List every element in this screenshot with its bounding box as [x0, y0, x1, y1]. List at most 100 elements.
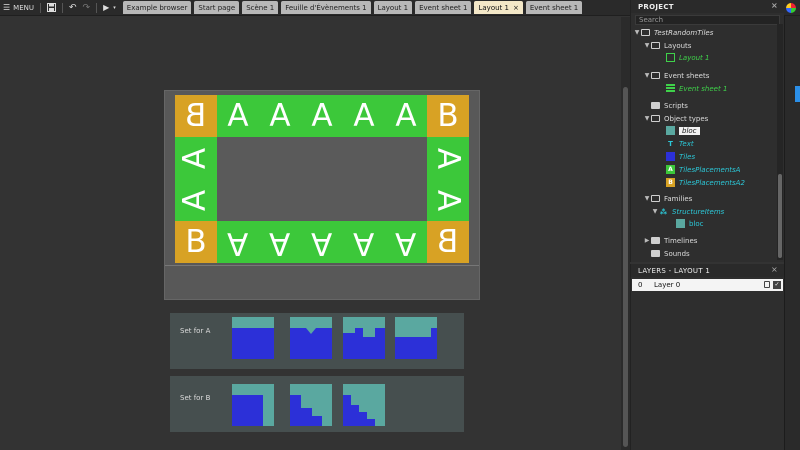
tile-letter: B: [185, 97, 207, 134]
document-tab[interactable]: Event sheet 1: [415, 1, 472, 14]
set-b-panel[interactable]: Set for B: [170, 376, 464, 432]
corner-tile-bottom-left[interactable]: B: [175, 221, 217, 263]
document-tab[interactable]: Layout 1: [373, 1, 413, 14]
close-icon[interactable]: ×: [771, 1, 778, 10]
edge-tile-top[interactable]: A: [385, 95, 427, 137]
edge-tile-bottom[interactable]: A: [301, 221, 343, 263]
lock-icon[interactable]: [764, 281, 770, 288]
sprite-icon: [676, 219, 685, 228]
set-b-tile-2[interactable]: [290, 384, 332, 426]
set-a-tile-3[interactable]: [343, 317, 385, 359]
tree-item-layouts[interactable]: ▼ Layouts: [643, 40, 692, 51]
layout-icon: [666, 53, 675, 62]
corner-tile-top-right[interactable]: B: [427, 95, 469, 137]
user-avatar-icon[interactable]: [786, 3, 796, 13]
edge-tile-left[interactable]: A: [175, 137, 217, 179]
tree-item-sounds[interactable]: Sounds: [651, 248, 690, 259]
edge-tile-bottom[interactable]: A: [259, 221, 301, 263]
tab-label: Start page: [198, 3, 236, 12]
sprite-a-icon: A: [666, 165, 675, 174]
corner-tile-top-left[interactable]: B: [175, 95, 217, 137]
chevron-down-icon[interactable]: ▼: [643, 115, 651, 122]
undo-icon: ↶: [69, 2, 77, 13]
layers-panel-header: LAYERS - LAYOUT 1 ×: [631, 264, 784, 277]
tree-item-tiles[interactable]: Tiles: [666, 151, 695, 162]
edge-tile-bottom[interactable]: A: [217, 221, 259, 263]
preview-dropdown[interactable]: ▾: [112, 0, 117, 16]
set-b-tile-3[interactable]: [343, 384, 385, 426]
set-a-panel[interactable]: Set for A: [170, 313, 464, 369]
tree-item-label: StructureItems: [672, 207, 725, 216]
sprite-b-icon: B: [666, 178, 675, 187]
document-tab[interactable]: Example browser: [122, 1, 192, 14]
tree-item-label: Scripts: [664, 101, 688, 110]
chevron-down-icon[interactable]: ▼: [633, 29, 641, 36]
tree-item-label: TilesPlacementsA2: [679, 178, 745, 187]
event-sheet-icon: [666, 84, 675, 93]
tab-label: Example browser: [126, 3, 188, 12]
chevron-down-icon[interactable]: ▼: [643, 42, 651, 49]
redo-button[interactable]: ↷: [80, 0, 94, 16]
tree-item-event-sheet1[interactable]: Event sheet 1: [666, 83, 727, 94]
tile-letter: A: [430, 147, 467, 169]
tile-letter: A: [311, 97, 333, 134]
set-a-tile-2[interactable]: [290, 317, 332, 359]
document-tab[interactable]: Feuille d'Évènements 1: [281, 1, 371, 14]
tree-item-layout1[interactable]: Layout 1: [666, 52, 709, 63]
chevron-right-icon[interactable]: ▶: [643, 237, 651, 244]
project-panel-title: PROJECT: [638, 2, 674, 11]
tree-item-structure-items[interactable]: ▼ ⁂ StructureItems: [651, 206, 725, 217]
undo-button[interactable]: ↶: [66, 0, 80, 16]
edge-tile-bottom[interactable]: A: [385, 221, 427, 263]
set-a-tile-4[interactable]: [395, 317, 437, 359]
tree-item-text[interactable]: T Text: [666, 138, 694, 149]
tile-letter: A: [395, 97, 417, 134]
project-scrollbar[interactable]: [777, 24, 783, 260]
chevron-down-icon[interactable]: ▼: [651, 208, 659, 215]
tree-item-root[interactable]: ▼ TestRandomTiles: [633, 27, 714, 38]
tab-layout-active[interactable]: Layout 1 ×: [474, 1, 523, 14]
hamburger-icon: ☰: [3, 3, 11, 12]
tile-grid[interactable]: BBBBAAAAAAAAAAAAAA: [175, 95, 469, 263]
set-b-tile-1[interactable]: [232, 384, 274, 426]
tree-item-label: Object types: [664, 114, 709, 123]
folder-open-icon: [651, 72, 660, 79]
tree-item-families[interactable]: ▼ Families: [643, 193, 693, 204]
editor-vertical-scrollbar[interactable]: [621, 17, 630, 450]
edge-tile-right[interactable]: A: [427, 179, 469, 221]
edge-tile-top[interactable]: A: [217, 95, 259, 137]
edge-tile-left[interactable]: A: [175, 179, 217, 221]
edge-tile-top[interactable]: A: [259, 95, 301, 137]
document-tab[interactable]: Event sheet 1: [525, 1, 583, 14]
set-a-tile-1[interactable]: [232, 317, 274, 359]
edge-tile-top[interactable]: A: [343, 95, 385, 137]
document-tab[interactable]: Start page: [194, 1, 240, 14]
menu-button[interactable]: ☰ MENU: [0, 0, 37, 16]
edge-tile-bottom[interactable]: A: [343, 221, 385, 263]
corner-tile-bottom-right[interactable]: B: [427, 221, 469, 263]
scrollbar-thumb[interactable]: [623, 87, 628, 447]
close-icon[interactable]: ×: [771, 265, 778, 274]
close-icon[interactable]: ×: [513, 4, 519, 12]
preview-button[interactable]: ▶: [100, 0, 112, 16]
chevron-down-icon[interactable]: ▼: [643, 195, 651, 202]
tree-item-event-sheets[interactable]: ▼ Event sheets: [643, 70, 710, 81]
edge-tile-top[interactable]: A: [301, 95, 343, 137]
layer-row[interactable]: 0 Layer 0 ✓: [632, 279, 783, 291]
visibility-checkbox-icon[interactable]: ✓: [773, 281, 781, 289]
scrollbar-thumb[interactable]: [778, 174, 782, 258]
save-button[interactable]: [44, 0, 59, 16]
panel-accent-tab[interactable]: [795, 86, 800, 102]
tree-item-label: Sounds: [664, 249, 690, 258]
tree-item-timelines[interactable]: ▶ Timelines: [643, 235, 698, 246]
tree-item-tiles-placements-a[interactable]: A TilesPlacementsA: [666, 164, 740, 175]
document-tab[interactable]: Scène 1: [242, 1, 279, 14]
chevron-down-icon[interactable]: ▼: [643, 72, 651, 79]
tree-item-bloc[interactable]: bloc: [666, 125, 700, 136]
tree-item-object-types[interactable]: ▼ Object types: [643, 113, 709, 124]
tree-item-family-bloc[interactable]: bloc: [676, 218, 704, 229]
tree-item-scripts[interactable]: Scripts: [651, 100, 688, 111]
tree-item-tiles-placements-a2[interactable]: B TilesPlacementsA2: [666, 177, 745, 188]
project-search-input[interactable]: Search: [635, 15, 780, 25]
edge-tile-right[interactable]: A: [427, 137, 469, 179]
